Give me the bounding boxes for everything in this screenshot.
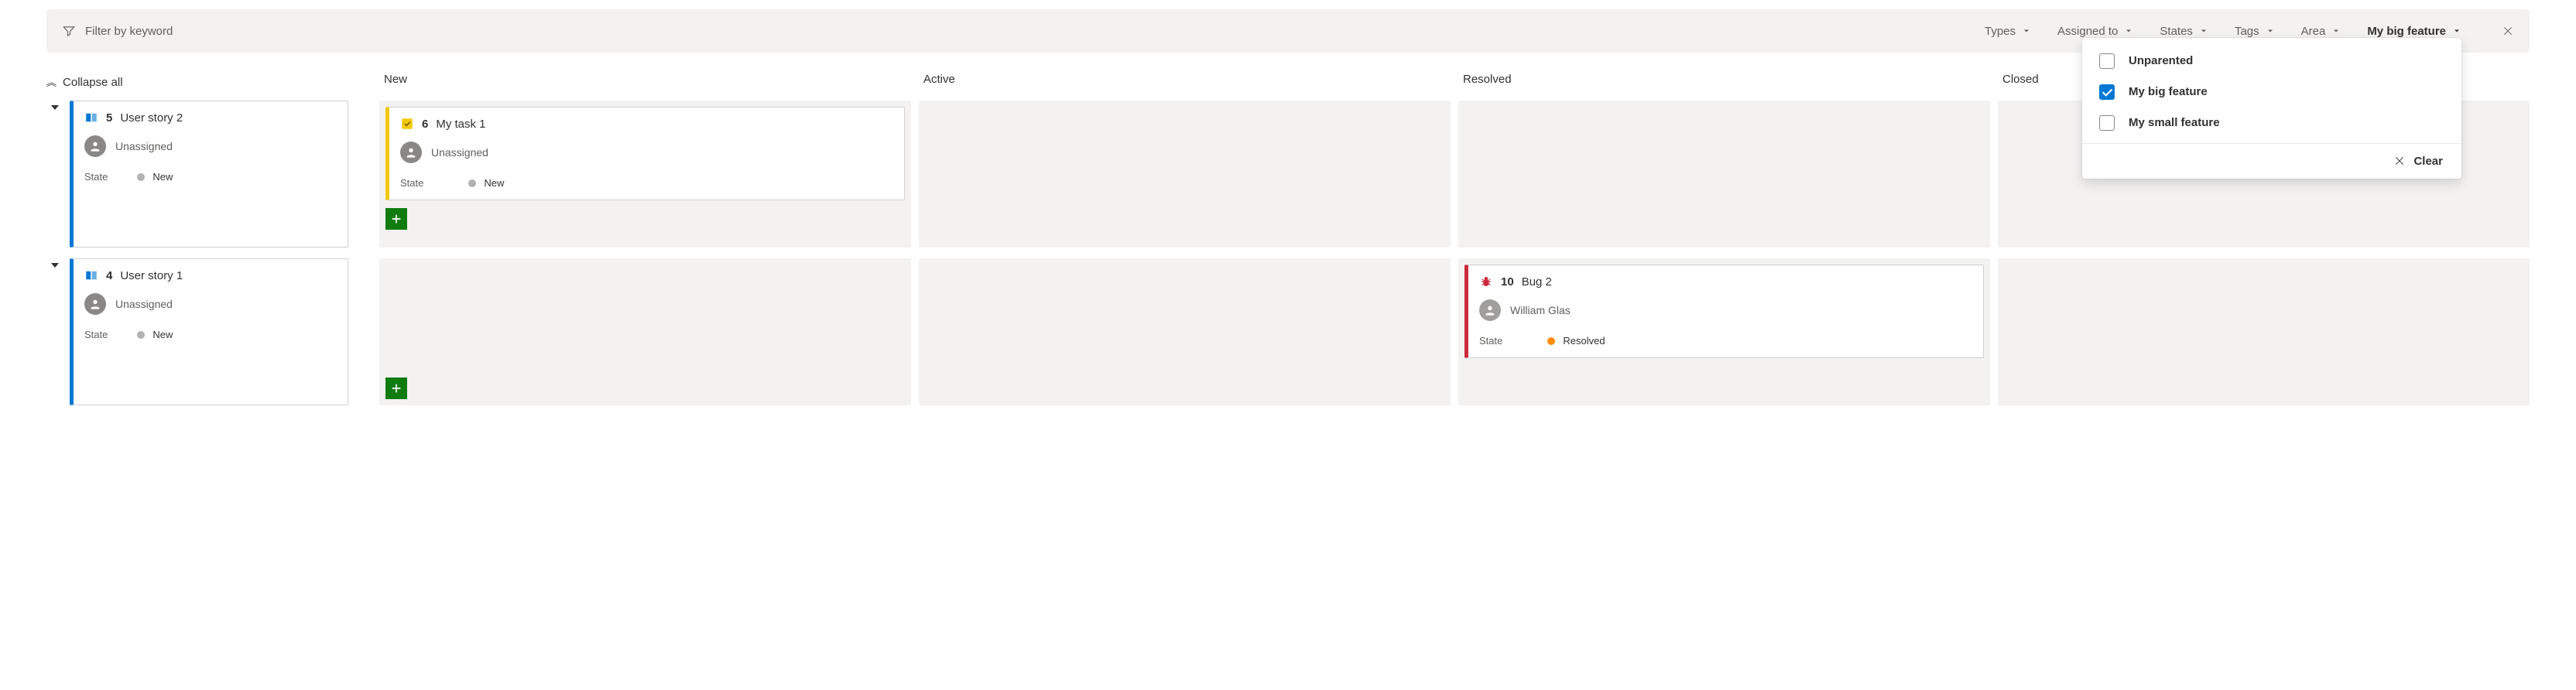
row-expand-toggle[interactable]: [51, 105, 59, 110]
parent-filter-dropdown: Unparented My big feature My small featu…: [2082, 38, 2461, 179]
bug-icon: [1479, 275, 1493, 289]
board-cell-active[interactable]: [919, 258, 1451, 405]
state-dot-icon: [1547, 337, 1555, 345]
filter-chip-tags[interactable]: Tags: [2235, 25, 2275, 38]
funnel-icon: [62, 24, 76, 38]
chevron-down-icon: [2331, 26, 2341, 36]
filter-chip-label: Assigned to: [2057, 25, 2118, 38]
child-card[interactable]: 6 My task 1 Unassigned State New: [385, 107, 905, 200]
dropdown-clear-label: Clear: [2413, 155, 2443, 168]
unassigned-avatar-icon: [84, 135, 106, 157]
column-header-new: New: [379, 67, 911, 97]
chevron-down-icon: [2199, 26, 2208, 36]
state-dot-icon: [137, 331, 145, 339]
child-card[interactable]: 10 Bug 2 William Glas State Resolved: [1464, 265, 1984, 358]
board-cell-resolved[interactable]: [1458, 101, 1990, 248]
filter-chip-label: Area: [2301, 25, 2326, 38]
swimlane: 4 User story 1 Unassigned State New: [46, 258, 2530, 405]
filter-chip-states[interactable]: States: [2160, 25, 2208, 38]
board-cell-active[interactable]: [919, 101, 1451, 248]
user-story-icon: [84, 111, 98, 125]
assignee-label: Unassigned: [431, 146, 488, 159]
add-work-item-button[interactable]: [385, 208, 407, 230]
filter-chip-assigned-to[interactable]: Assigned to: [2057, 25, 2133, 38]
state-value: New: [152, 329, 173, 340]
board-cell-closed[interactable]: [1998, 258, 2530, 405]
chevron-down-icon: [2266, 26, 2275, 36]
work-item-title: My task 1: [436, 118, 485, 131]
close-icon: [2393, 155, 2406, 167]
dropdown-option-label: Unparented: [2129, 54, 2193, 67]
work-item-title: Bug 2: [1522, 275, 1552, 289]
dropdown-footer: Clear: [2082, 143, 2461, 179]
column-header-active: Active: [919, 67, 1451, 97]
person-avatar-icon: [1479, 299, 1501, 321]
filter-bar: Types Assigned to States Tags Area My bi…: [46, 9, 2530, 53]
filter-chip-area[interactable]: Area: [2301, 25, 2341, 38]
dropdown-option-label: My big feature: [2129, 85, 2208, 98]
chevron-down-icon: [2452, 26, 2461, 36]
user-story-icon: [84, 268, 98, 282]
board-cell-new[interactable]: [379, 258, 911, 405]
add-work-item-button[interactable]: [385, 377, 407, 399]
work-item-title: User story 2: [120, 111, 183, 125]
chevron-down-icon: [2022, 26, 2031, 36]
collapse-all-label: Collapse all: [63, 76, 123, 89]
checkbox-icon: [2099, 115, 2115, 131]
filter-chip-types[interactable]: Types: [1985, 25, 2031, 38]
filter-chip-label: My big feature: [2367, 25, 2446, 38]
collapse-icon: ︽: [46, 77, 57, 87]
work-item-id: 10: [1501, 275, 1514, 289]
filter-input[interactable]: [85, 25, 395, 38]
state-value: New: [484, 177, 504, 189]
dropdown-option-unparented[interactable]: Unparented: [2082, 46, 2461, 77]
filter-chips: Types Assigned to States Tags Area My bi…: [1985, 25, 2514, 38]
state-field-label: State: [400, 177, 423, 189]
work-item-id: 6: [422, 118, 428, 131]
state-field-label: State: [84, 171, 108, 183]
work-item-id: 5: [106, 111, 112, 125]
state-dot-icon: [137, 173, 145, 181]
filter-chip-label: Types: [1985, 25, 2016, 38]
checkbox-icon: [2099, 53, 2115, 69]
state-dot-icon: [468, 179, 476, 187]
checkbox-checked-icon: [2099, 84, 2115, 100]
state-field-label: State: [1479, 335, 1502, 347]
filter-input-wrapper: [62, 24, 395, 38]
board-cell-resolved[interactable]: 10 Bug 2 William Glas State Resolved: [1458, 258, 1990, 405]
filter-chip-label: States: [2160, 25, 2193, 38]
unassigned-avatar-icon: [84, 293, 106, 315]
state-value: New: [152, 171, 173, 183]
dropdown-clear-button[interactable]: Clear: [2393, 155, 2443, 168]
state-value: Resolved: [1563, 335, 1605, 347]
collapse-all-button[interactable]: ︽ Collapse all: [46, 67, 379, 97]
work-item-id: 4: [106, 269, 112, 282]
task-icon: [400, 117, 414, 131]
assignee-label: Unassigned: [115, 298, 173, 310]
close-filter-icon[interactable]: [2502, 25, 2514, 37]
assignee-label: William Glas: [1510, 304, 1571, 316]
assignee-label: Unassigned: [115, 140, 173, 152]
dropdown-option-my-big-feature[interactable]: My big feature: [2082, 77, 2461, 108]
filter-chip-parent[interactable]: My big feature Unparented My big feature…: [2367, 25, 2461, 38]
dropdown-option-my-small-feature[interactable]: My small feature: [2082, 108, 2461, 138]
parent-card[interactable]: 4 User story 1 Unassigned State New: [70, 258, 348, 405]
filter-chip-label: Tags: [2235, 25, 2259, 38]
column-header-resolved: Resolved: [1458, 67, 1990, 97]
board-cell-new[interactable]: 6 My task 1 Unassigned State New: [379, 101, 911, 248]
state-field-label: State: [84, 329, 108, 340]
chevron-down-icon: [2124, 26, 2133, 36]
dropdown-option-label: My small feature: [2129, 116, 2220, 129]
work-item-title: User story 1: [120, 269, 183, 282]
unassigned-avatar-icon: [400, 142, 422, 163]
row-expand-toggle[interactable]: [51, 263, 59, 268]
parent-card[interactable]: 5 User story 2 Unassigned State New: [70, 101, 348, 248]
